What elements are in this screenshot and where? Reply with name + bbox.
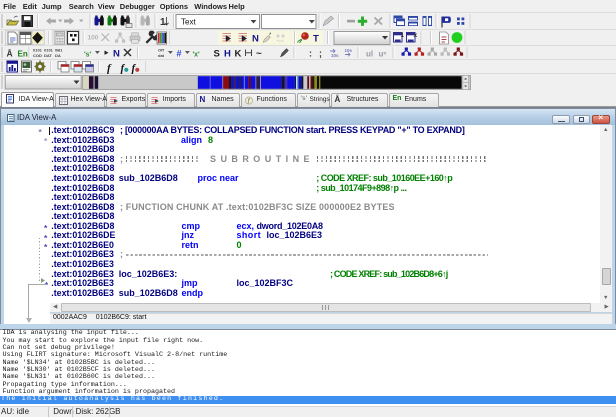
svg-text:T: T: [313, 34, 319, 45]
svg-text:Off: Off: [158, 48, 164, 53]
svg-text:~: ~: [256, 49, 262, 60]
svg-text:uⁿ: uⁿ: [379, 50, 387, 59]
svg-text:'x': 'x': [193, 52, 201, 59]
svg-text:1: 1: [160, 17, 166, 28]
svg-text:En: En: [18, 50, 28, 59]
svg-text:0101: 0101: [44, 48, 54, 53]
svg-text:K: K: [235, 49, 242, 60]
svg-text:ul: ul: [366, 50, 373, 59]
svg-text:Å: Å: [7, 49, 13, 59]
svg-text:S: S: [214, 49, 220, 60]
svg-text:N: N: [113, 49, 120, 60]
svg-text:1: 1: [401, 32, 405, 39]
svg-text:x: x: [414, 32, 418, 39]
svg-text:COD: COD: [33, 53, 42, 58]
svg-text:N: N: [252, 34, 259, 45]
svg-text:100: 100: [88, 35, 99, 42]
svg-text:Text: Text: [181, 18, 196, 27]
svg-text:H: H: [224, 49, 231, 60]
svg-text:0101: 0101: [33, 48, 43, 53]
svg-text:0B1: 0B1: [55, 48, 63, 53]
svg-text:dat: dat: [158, 53, 165, 58]
svg-text:DA: DA: [55, 53, 61, 58]
svg-text:10s: 10s: [331, 53, 339, 58]
svg-text:#: #: [177, 49, 182, 59]
svg-text:'s': 's': [84, 52, 92, 59]
svg-text:10s: 10s: [345, 48, 353, 53]
svg-text:;: ;: [319, 49, 322, 59]
svg-text::: :: [309, 49, 312, 59]
svg-text:DAT: DAT: [44, 53, 52, 58]
